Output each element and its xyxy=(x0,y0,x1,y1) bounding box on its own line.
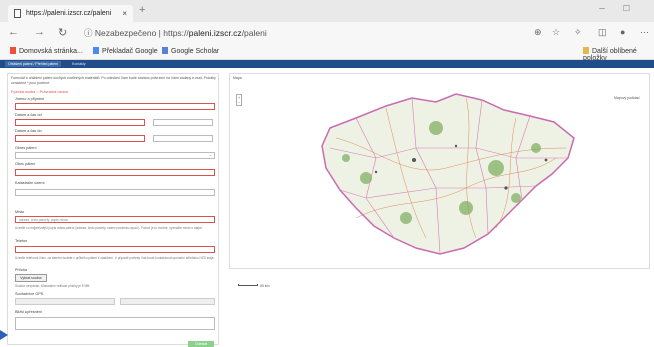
url-path: /paleni xyxy=(241,28,267,38)
info-icon: ⓘ xyxy=(84,28,95,38)
folder-icon xyxy=(583,47,589,54)
favorite-item[interactable]: Google Scholar xyxy=(162,47,219,55)
nav-item-paleni[interactable]: Ohlášení pálení / Přehled pálení xyxy=(5,61,62,67)
tab-title: https://paleni.izscr.cz/paleni xyxy=(26,10,112,17)
label-from: Datum a čas od xyxy=(15,113,42,117)
gps-lon-input[interactable] xyxy=(120,298,215,305)
place-input[interactable]: adresa, číslo parcely, popis místa xyxy=(15,216,215,223)
back-icon[interactable]: ← xyxy=(8,26,19,38)
label-place: Místo xyxy=(15,210,25,214)
label-cadastre: Katastrální území xyxy=(15,181,45,185)
map-title: Mapa xyxy=(233,76,242,80)
place-help: Uveďte co nejpřesnější popis místa pálen… xyxy=(15,226,203,230)
url-field[interactable]: ⓘ Nezabezpečeno | https://paleni.izscr.c… xyxy=(84,25,604,41)
pointer-arrow-icon xyxy=(0,330,8,340)
label-gps: Souřadnice GPS xyxy=(15,292,44,296)
favorites-bar: Domovská stránka... Překladač Google Goo… xyxy=(0,44,654,62)
edge-icon xyxy=(10,47,16,54)
refresh-icon[interactable]: ↻ xyxy=(58,26,67,39)
address-bar: ← → ↻ ⓘ Nezabezpečeno | https://paleni.i… xyxy=(0,22,654,44)
scholar-icon xyxy=(162,47,168,54)
map-layer-switch[interactable]: Mapový podklad xyxy=(614,96,640,100)
translate-icon xyxy=(93,47,99,54)
favorite-item[interactable]: Domovská stránka... xyxy=(10,47,83,55)
czech-map[interactable] xyxy=(316,88,578,260)
forward-icon[interactable]: → xyxy=(34,26,45,38)
zoom-icon[interactable]: ⊕ xyxy=(534,27,542,38)
time-from-input[interactable] xyxy=(153,119,213,126)
favorites-icon[interactable]: ✧ xyxy=(574,27,582,38)
page-icon xyxy=(14,9,21,18)
scale-bar xyxy=(238,284,258,286)
phone-input[interactable] xyxy=(15,246,215,253)
date-to-input[interactable] xyxy=(15,135,145,142)
municipality-input[interactable] xyxy=(15,169,215,176)
more-icon[interactable]: ⋯ xyxy=(640,27,649,38)
profile-icon[interactable]: ● xyxy=(620,27,625,37)
time-to-input[interactable] xyxy=(153,135,213,142)
favorite-star-icon[interactable]: ☆ xyxy=(552,27,560,38)
place-placeholder: adresa, číslo parcely, popis místa xyxy=(19,218,68,222)
map-panel: Mapa + − Mapový podklad 50 km xyxy=(229,73,650,288)
label-district: Okres pálení xyxy=(15,146,37,150)
zoom-out-icon[interactable]: − xyxy=(238,100,240,105)
phone-help: Uveďte telefonní číslo, na kterém budete… xyxy=(15,256,215,260)
nav-item-kontakty[interactable]: Kontakty xyxy=(72,61,86,67)
country-area xyxy=(321,93,575,255)
url-host: paleni.izscr.cz xyxy=(188,28,242,38)
label-to: Datum a čas do xyxy=(15,129,42,133)
date-from-input[interactable] xyxy=(15,119,145,126)
gps-lat-input[interactable] xyxy=(15,298,115,305)
url-prefix: Nezabezpečeno | https:// xyxy=(94,28,189,38)
map-scale: 50 km xyxy=(238,284,270,288)
chevron-down-icon: ⌄ xyxy=(209,153,212,157)
note-textarea[interactable] xyxy=(15,317,215,330)
person-type-radio[interactable]: Fyzická osoba ○ Právnická osoba xyxy=(11,90,68,94)
favorite-item[interactable]: Překladač Google xyxy=(93,47,158,55)
close-tab-icon[interactable]: × xyxy=(122,5,127,22)
form-intro: Formulář k ohlášení pálení suchých rostl… xyxy=(11,76,216,85)
burn-report-form: Formulář k ohlášení pálení suchých rostl… xyxy=(7,73,219,345)
zoom-control[interactable]: + − xyxy=(236,94,242,106)
new-tab-button[interactable]: + xyxy=(139,4,145,16)
cadastre-input[interactable] xyxy=(15,189,215,196)
choose-file-button[interactable]: Vybrat soubor xyxy=(15,274,47,282)
name-input[interactable] xyxy=(15,103,215,110)
district-select[interactable]: ⌄ xyxy=(15,152,215,159)
submit-button[interactable]: Odeslat xyxy=(188,341,214,347)
browser-tab-bar: https://paleni.izscr.cz/paleni × + ─☐ xyxy=(0,0,654,22)
label-municipality: Obec pálení xyxy=(15,162,36,166)
window-controls[interactable]: ─☐ xyxy=(599,4,648,13)
label-phone: Telefon xyxy=(15,239,28,243)
site-navbar: Ohlášení pálení / Přehled pálení Kontakt… xyxy=(0,60,654,68)
label-name: Jméno a příjmení xyxy=(15,97,45,101)
file-help: Soubor nevybrán. Maximální velikost příl… xyxy=(15,284,91,288)
browser-tab[interactable]: https://paleni.izscr.cz/paleni × xyxy=(8,5,133,22)
label-note: Bližší upřesnění xyxy=(15,310,43,314)
collections-icon[interactable]: ◫ xyxy=(598,27,607,38)
label-attachment: Příloha xyxy=(15,268,28,272)
